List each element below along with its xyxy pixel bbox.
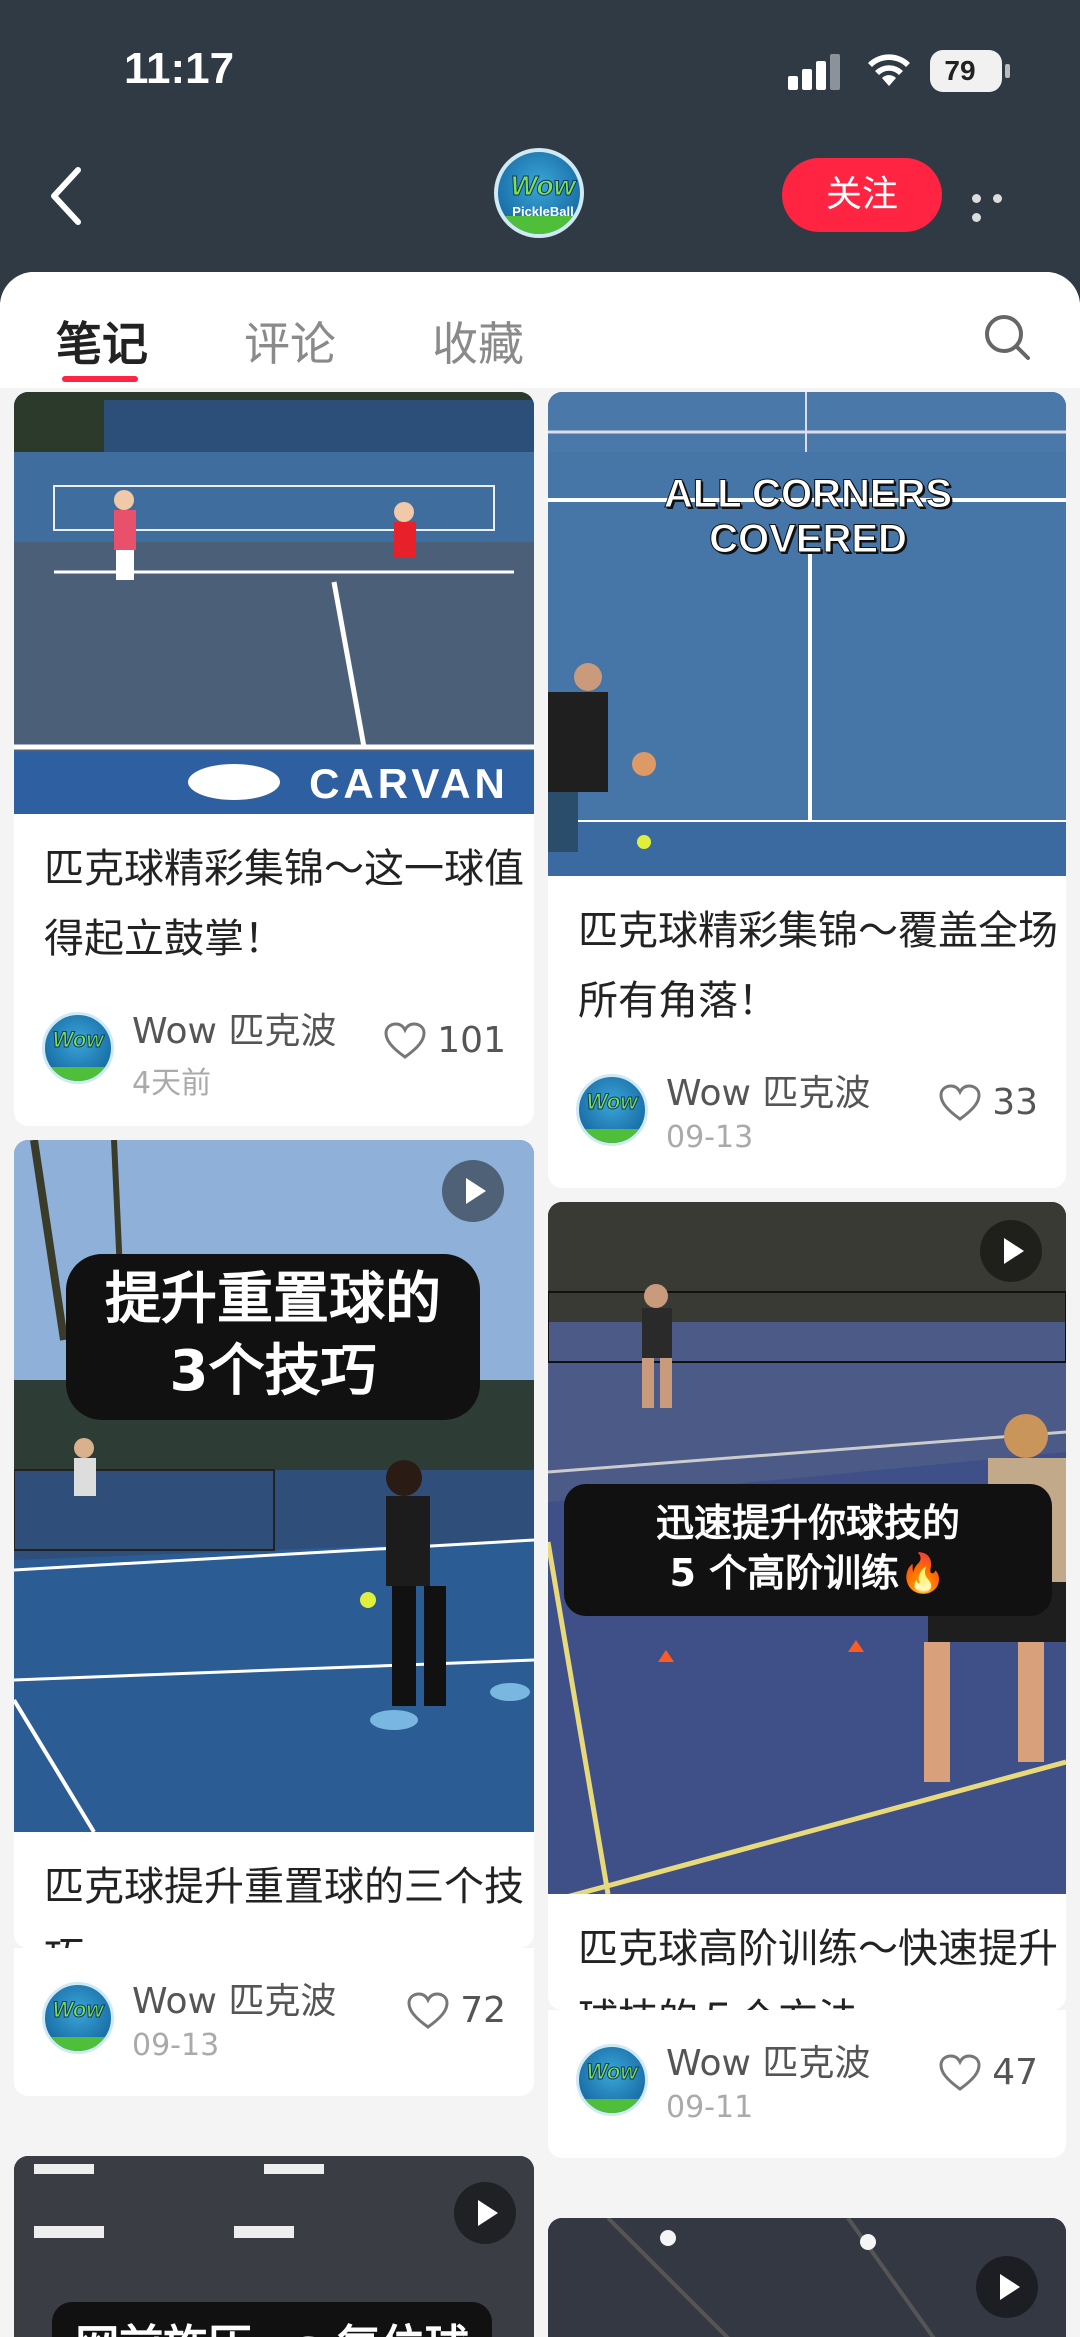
thumbnail-text: CARVAN: [309, 760, 509, 807]
wifi-icon: [868, 54, 910, 86]
logo-subtext: PickleBall: [512, 204, 574, 219]
play-icon: [442, 1160, 504, 1222]
play-icon: [980, 1220, 1042, 1282]
signal-icon: [788, 54, 840, 90]
author-avatar: Wow: [576, 2044, 648, 2116]
profile-avatar[interactable]: Wow PickleBall: [494, 148, 584, 238]
heart-icon: [939, 1083, 981, 1121]
tab-comments[interactable]: 评论: [244, 308, 336, 374]
heart-icon: [407, 1991, 449, 2029]
author-name: Wow 匹克波: [666, 1073, 871, 1114]
thumbnail-text: ALL CORNERS COVERED: [663, 472, 953, 562]
note-thumbnail: 网前施压 vs 复位球: [14, 2156, 534, 2337]
note-thumbnail: 提升重置球的 3个技巧: [14, 1140, 534, 1832]
note-card[interactable]: 提升重置球的 3个技巧 匹克球提升重置球的三个技巧: [14, 1140, 534, 1948]
author-name: Wow 匹克波: [666, 2043, 871, 2084]
note-title: 匹克球精彩集锦～这一球值得起立鼓掌！: [44, 846, 524, 962]
author-avatar: Wow: [42, 1012, 114, 1084]
status-bar: 11:17 79: [0, 0, 1080, 140]
post-date: 4天前: [132, 1066, 212, 1101]
post-date: 09-13: [666, 1120, 754, 1155]
author-name: Wow 匹克波: [132, 1981, 337, 2022]
note-card-footer: Wow Wow 匹克波 09-13 72: [14, 1948, 534, 2096]
tab-indicator: [62, 376, 138, 382]
tab-bar: 笔记 评论 收藏: [0, 272, 1080, 388]
note-card[interactable]: ALL CORNERS COVERED 匹克球精彩集锦～覆盖全场所有角落！ Wo…: [548, 392, 1066, 1188]
like-count: 72: [460, 1990, 506, 2031]
court-image: [14, 1140, 534, 1832]
note-card-footer: Wow Wow 匹克波 09-11 47: [548, 2010, 1066, 2158]
note-thumbnail: CARVAN: [14, 392, 534, 814]
thumbnail-caption: 提升重置球的 3个技巧: [66, 1254, 480, 1420]
note-card[interactable]: 网前施压 vs 复位球: [14, 2156, 534, 2337]
court-image: [14, 392, 534, 814]
battery-icon: 79: [930, 50, 1010, 92]
play-icon: [976, 2256, 1038, 2318]
like-button[interactable]: 33: [938, 1082, 1038, 1123]
note-title: 匹克球高阶训练～快速提升球技的５个方法: [578, 1926, 1058, 2010]
like-button[interactable]: 47: [938, 2052, 1038, 2093]
post-date: 09-11: [666, 2090, 754, 2125]
like-count: 33: [992, 1082, 1038, 1123]
play-icon: [454, 2182, 516, 2244]
search-icon[interactable]: [982, 312, 1032, 362]
content-panel: 笔记 评论 收藏 CARVAN 匹克球精彩集锦～这一球值得起立鼓掌！ Wow W…: [0, 272, 1080, 2337]
like-button[interactable]: 72: [406, 1990, 506, 2031]
tab-notes[interactable]: 笔记: [56, 308, 148, 374]
follow-button[interactable]: 关注: [782, 158, 942, 232]
note-thumbnail: [548, 2218, 1066, 2337]
note-card[interactable]: 迅速提升你球技的 5 个高阶训练🔥 匹克球高阶训练～快速提升球技的５个方法: [548, 1202, 1066, 2010]
battery-level: 79: [944, 55, 976, 86]
heart-icon: [384, 1021, 426, 1059]
more-icon[interactable]: [972, 188, 1032, 222]
thumbnail-caption: 迅速提升你球技的 5 个高阶训练🔥: [564, 1484, 1052, 1616]
note-title: 匹克球提升重置球的三个技巧: [44, 1864, 524, 1948]
note-thumbnail: 迅速提升你球技的 5 个高阶训练🔥: [548, 1202, 1066, 1894]
like-count: 101: [437, 1020, 506, 1061]
court-image: [548, 392, 1066, 876]
thumbnail-caption: 网前施压 vs 复位球: [52, 2302, 492, 2337]
note-title: 匹克球精彩集锦～覆盖全场所有角落！: [578, 908, 1058, 1024]
tab-favorites[interactable]: 收藏: [432, 308, 524, 374]
like-button[interactable]: 101: [383, 1020, 506, 1061]
author-name: Wow 匹克波: [132, 1011, 337, 1052]
author-avatar: Wow: [576, 1074, 648, 1146]
heart-icon: [939, 2053, 981, 2091]
note-thumbnail: ALL CORNERS COVERED: [548, 392, 1066, 876]
note-card[interactable]: [548, 2218, 1066, 2337]
like-count: 47: [992, 2052, 1038, 2093]
logo-wordmark: Wow: [510, 170, 576, 202]
back-icon[interactable]: [44, 164, 88, 228]
post-date: 09-13: [132, 2028, 220, 2063]
status-time: 11:17: [124, 44, 235, 93]
author-avatar: Wow: [42, 1982, 114, 2054]
note-card[interactable]: CARVAN 匹克球精彩集锦～这一球值得起立鼓掌！ Wow Wow 匹克波 4天…: [14, 392, 534, 1126]
